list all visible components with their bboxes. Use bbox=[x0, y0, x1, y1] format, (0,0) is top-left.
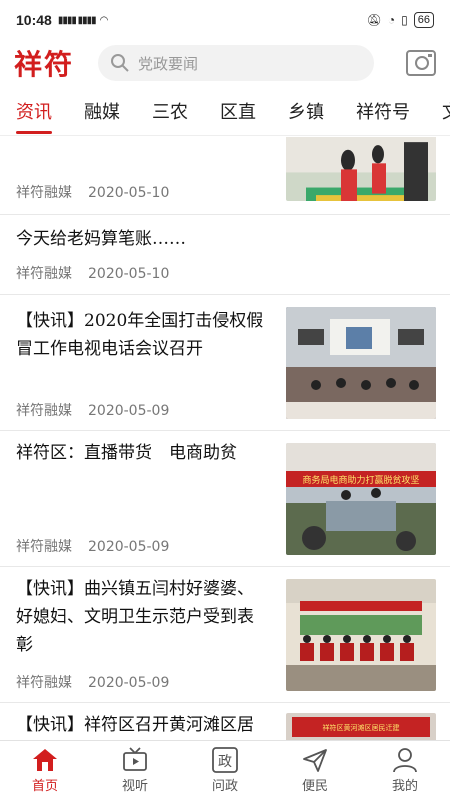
list-item[interactable]: 【快讯】2020年全国打击侵权假 冒工作电视电话会议召开 祥符融媒 2020-05… bbox=[0, 295, 450, 431]
category-tabs: 资讯 融媒 三农 区直 乡镇 祥符号 文化 bbox=[0, 92, 450, 136]
status-time: 10:48 bbox=[16, 12, 52, 28]
item-source: 祥符融媒 bbox=[16, 266, 72, 282]
nav-mine[interactable]: 我的 bbox=[360, 741, 450, 800]
search-icon bbox=[111, 54, 129, 72]
nav-label: 问政 bbox=[211, 779, 238, 794]
nav-inquiry[interactable]: 政 问政 bbox=[180, 741, 270, 800]
item-title: 【快讯】2020年全国打击侵权假 冒工作电视电话会议召开 bbox=[16, 311, 264, 359]
item-meta: 祥符融媒 2020-05-10 bbox=[16, 182, 169, 202]
list-item[interactable]: 今天给老妈算笔账…… 祥符融媒 2020-05-10 bbox=[0, 215, 450, 295]
home-icon bbox=[33, 749, 57, 771]
battery-icon: 66 bbox=[413, 12, 434, 28]
item-source: 祥符融媒 bbox=[16, 539, 72, 555]
list-item[interactable]: 祥符区：直播带货 电商助贫 祥符融媒 2020-05-09 商务局电商助力打赢脱贫… bbox=[0, 431, 450, 567]
nav-label: 便民 bbox=[301, 779, 328, 794]
bottom-nav: 首页 视听 政 问政 便民 我的 bbox=[0, 740, 450, 800]
vibrate-icon: ▯ bbox=[401, 13, 408, 27]
list-item[interactable]: 【快讯】祥符区召开黄河滩区居 祥符区黄河滩区居民迁建 bbox=[0, 703, 450, 740]
item-thumbnail bbox=[286, 307, 436, 419]
nav-label: 我的 bbox=[391, 779, 418, 794]
item-source: 祥符融媒 bbox=[16, 403, 72, 419]
tab-xiangfu-account[interactable]: 祥符号 bbox=[356, 92, 410, 135]
tv-icon bbox=[123, 747, 147, 771]
search-placeholder: 党政要闻 bbox=[138, 54, 199, 73]
item-date: 2020-05-09 bbox=[88, 675, 170, 691]
item-title: 【快讯】曲兴镇五闫村好婆婆、 好媳妇、文明卫生示范户受到表 彰 bbox=[16, 579, 254, 655]
item-title: 祥符区：直播带货 电商助贫 bbox=[16, 443, 237, 463]
list-item[interactable]: 祥符融媒 2020-05-10 bbox=[0, 137, 450, 215]
nav-services[interactable]: 便民 bbox=[270, 741, 360, 800]
item-date: 2020-05-10 bbox=[88, 266, 170, 282]
nav-audiovisual[interactable]: 视听 bbox=[90, 741, 180, 800]
user-icon bbox=[393, 748, 417, 773]
item-title: 【快讯】祥符区召开黄河滩区居 bbox=[16, 715, 254, 735]
item-meta: 祥符融媒 2020-05-09 bbox=[16, 536, 169, 556]
tab-culture[interactable]: 文化 bbox=[442, 92, 450, 135]
search-bar[interactable]: 党政要闻 bbox=[98, 45, 374, 81]
item-thumbnail bbox=[286, 137, 436, 201]
item-thumbnail: 祥符区黄河滩区居民迁建 bbox=[286, 713, 436, 740]
thumbnail-banner-text: 祥符区黄河滩区居民迁建 bbox=[323, 723, 400, 732]
item-thumbnail bbox=[286, 579, 436, 691]
tab-towns[interactable]: 乡镇 bbox=[288, 92, 324, 135]
item-source: 祥符融媒 bbox=[16, 675, 72, 691]
item-meta: 祥符融媒 2020-05-09 bbox=[16, 400, 169, 420]
status-bar: 10:48 ▮▮▮▮ ▮▮▮▮ ◠ 🔕︎ ◔ ▯ 66 bbox=[0, 0, 450, 40]
item-meta: 祥符融媒 2020-05-09 bbox=[16, 672, 169, 692]
tab-district[interactable]: 区直 bbox=[220, 92, 256, 135]
item-date: 2020-05-09 bbox=[88, 403, 170, 419]
item-title: 今天给老妈算笔账…… bbox=[16, 229, 186, 249]
app-logo: 祥符 bbox=[14, 48, 75, 81]
item-meta: 祥符融媒 2020-05-10 bbox=[16, 263, 169, 283]
camera-icon[interactable] bbox=[406, 50, 436, 76]
nav-label: 视听 bbox=[121, 779, 148, 794]
item-date: 2020-05-09 bbox=[88, 539, 170, 555]
nav-label: 首页 bbox=[31, 779, 58, 794]
item-thumbnail: 商务局电商助力打赢脱贫攻坚 bbox=[286, 443, 436, 555]
tab-media[interactable]: 融媒 bbox=[84, 92, 120, 135]
zheng-icon: 政 bbox=[212, 747, 238, 773]
send-icon bbox=[303, 749, 327, 772]
svg-text:政: 政 bbox=[218, 754, 232, 770]
tab-agriculture[interactable]: 三农 bbox=[152, 92, 188, 135]
nav-home[interactable]: 首页 bbox=[0, 741, 90, 800]
item-date: 2020-05-10 bbox=[88, 185, 170, 201]
news-feed: 祥符融媒 2020-05-10 今天给老妈算笔账…… 祥符融媒 2020-05-10 bbox=[0, 137, 450, 740]
item-source: 祥符融媒 bbox=[16, 185, 72, 201]
tab-news[interactable]: 资讯 bbox=[16, 92, 52, 135]
thumbnail-banner-text: 商务局电商助力打赢脱贫攻坚 bbox=[302, 474, 419, 486]
alarm-icon: ◔ bbox=[387, 13, 396, 27]
wifi-icon: ◠ bbox=[99, 14, 109, 26]
bell-off-icon: 🔕︎ bbox=[366, 13, 382, 27]
list-item[interactable]: 【快讯】曲兴镇五闫村好婆婆、 好媳妇、文明卫生示范户受到表 彰 祥符融媒 2020… bbox=[0, 567, 450, 703]
app-header: 祥符 党政要闻 bbox=[0, 40, 450, 86]
signal-icon: ▮▮▮▮ ▮▮▮▮ bbox=[57, 14, 97, 26]
